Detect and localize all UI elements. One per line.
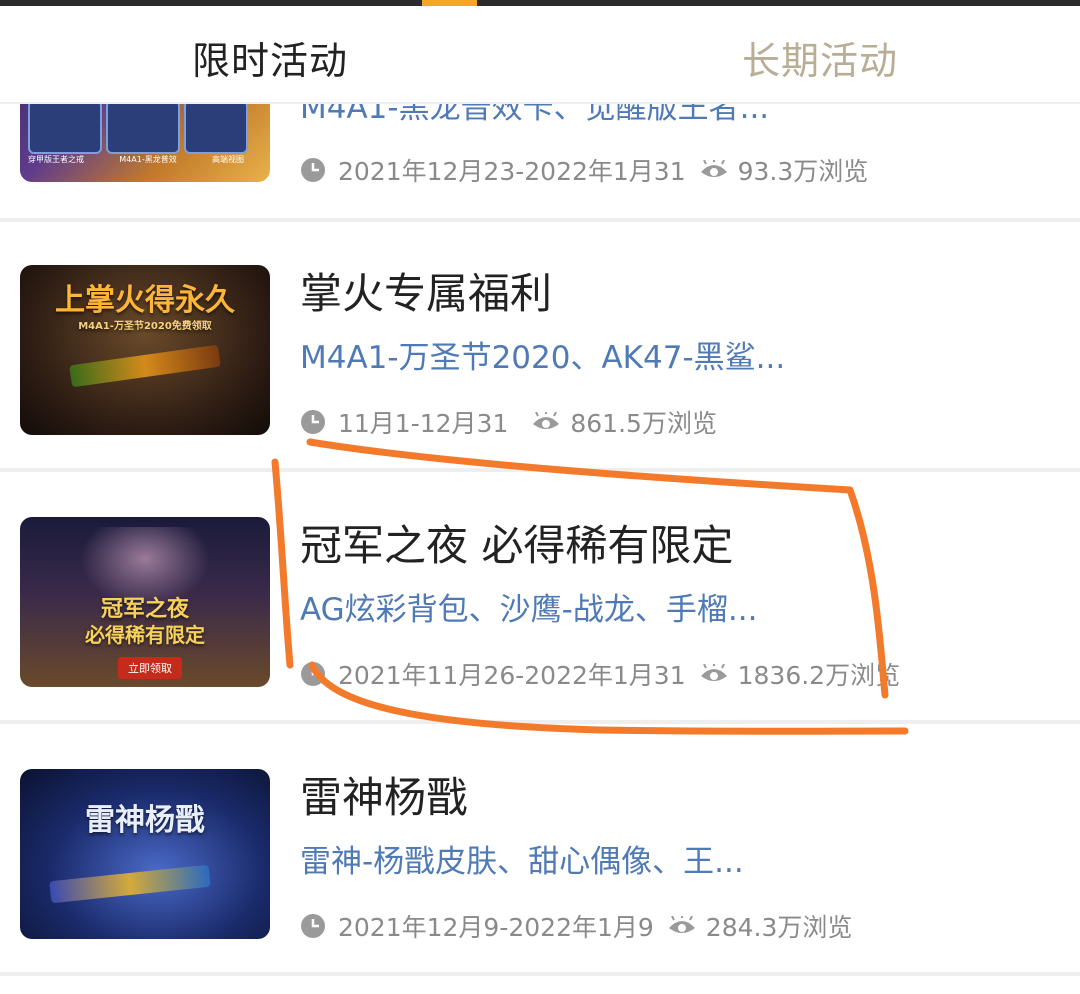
activity-rewards: AG炫彩背包、沙鹰-战龙、手榴... bbox=[300, 592, 758, 628]
eye-icon bbox=[668, 916, 695, 933]
divider bbox=[0, 972, 1080, 976]
activity-rewards: M4A1-万圣节2020、AK47-黑鲨... bbox=[300, 340, 786, 376]
activity-thumbnail: 上掌火得永久 M4A1-万圣节2020免费领取 bbox=[20, 265, 270, 435]
thumb-label: M4A1-黑龙普效 bbox=[119, 155, 177, 164]
activity-meta: 2021年12月9-2022年1月9 284.3万浏览 bbox=[300, 908, 852, 944]
activity-date: 2021年12月23-2022年1月31 bbox=[338, 157, 686, 186]
thumb-label: 高端视图 bbox=[211, 155, 244, 164]
thumb-card bbox=[184, 100, 248, 154]
thumb-caption: 上掌火得永久 bbox=[55, 283, 235, 318]
tab-bar: 限时活动 长期活动 bbox=[0, 6, 1080, 104]
clock-icon bbox=[301, 410, 325, 434]
eye-icon bbox=[533, 412, 560, 429]
thumb-labels: 穿甲版王者之戒 M4A1-黑龙普效 高端视图 bbox=[28, 154, 244, 165]
list-item[interactable]: 冠军之夜 必得稀有限定 立即领取 冠军之夜 必得稀有限定 AG炫彩背包、沙鹰-战… bbox=[0, 476, 1080, 724]
activity-meta: 2021年12月23-2022年1月31 93.3万浏览 bbox=[300, 152, 868, 188]
activity-views: 284.3万浏览 bbox=[705, 913, 853, 942]
activity-meta: 2021年11月26-2022年1月31 1836.2万浏览 bbox=[300, 656, 900, 692]
divider bbox=[0, 468, 1080, 472]
eye-icon bbox=[700, 160, 727, 177]
activity-title: 冠军之夜 必得稀有限定 bbox=[300, 521, 734, 570]
divider bbox=[0, 720, 1080, 724]
activity-thumbnail: 冠军之夜 必得稀有限定 立即领取 bbox=[20, 517, 270, 687]
tab-limited-time[interactable]: 限时活动 bbox=[192, 30, 348, 85]
thumb-weapon bbox=[49, 864, 211, 904]
activity-title: 雷神杨戬 bbox=[300, 773, 469, 822]
thumb-weapon bbox=[69, 344, 221, 388]
tab-long-term[interactable]: 长期活动 bbox=[742, 30, 898, 85]
list-item[interactable]: 上掌火得永久 M4A1-万圣节2020免费领取 掌火专属福利 M4A1-万圣节2… bbox=[0, 224, 1080, 472]
thumb-card bbox=[28, 100, 102, 154]
activity-views: 93.3万浏览 bbox=[737, 157, 869, 186]
activity-title: 掌火专属福利 bbox=[300, 269, 553, 318]
activity-date: 2021年12月9-2022年1月9 bbox=[338, 913, 654, 942]
activity-thumbnail: 雷神杨戬 bbox=[20, 769, 270, 939]
clock-icon bbox=[301, 158, 325, 182]
clock-icon bbox=[301, 914, 325, 938]
activity-list: 穿甲版王者之戒 M4A1-黑龙普效 高端视图 M4A1-黑龙普效卡、觉醒版王者.… bbox=[0, 0, 1080, 994]
eye-icon bbox=[700, 664, 727, 681]
claim-button: 立即领取 bbox=[118, 657, 182, 679]
thumb-card bbox=[106, 100, 180, 154]
activity-views: 1836.2万浏览 bbox=[737, 661, 901, 690]
activity-meta: 11月1-12月31 861.5万浏览 bbox=[300, 404, 717, 440]
activity-rewards: 雷神-杨戬皮肤、甜心偶像、王... bbox=[300, 844, 744, 880]
clock-icon bbox=[301, 662, 325, 686]
thumb-subcaption: M4A1-万圣节2020免费领取 bbox=[78, 321, 212, 332]
divider bbox=[0, 218, 1080, 222]
activity-date: 11月1-12月31 bbox=[338, 409, 509, 438]
thumb-label: 穿甲版王者之戒 bbox=[28, 155, 84, 164]
thumb-caption: 必得稀有限定 bbox=[85, 623, 205, 647]
list-item[interactable]: 雷神杨戬 雷神杨戬 雷神-杨戬皮肤、甜心偶像、王... 2021年12月9-20… bbox=[0, 728, 1080, 976]
activity-views: 861.5万浏览 bbox=[570, 409, 717, 438]
activity-date: 2021年11月26-2022年1月31 bbox=[338, 661, 686, 690]
thumb-caption: 雷神杨戬 bbox=[85, 803, 205, 838]
